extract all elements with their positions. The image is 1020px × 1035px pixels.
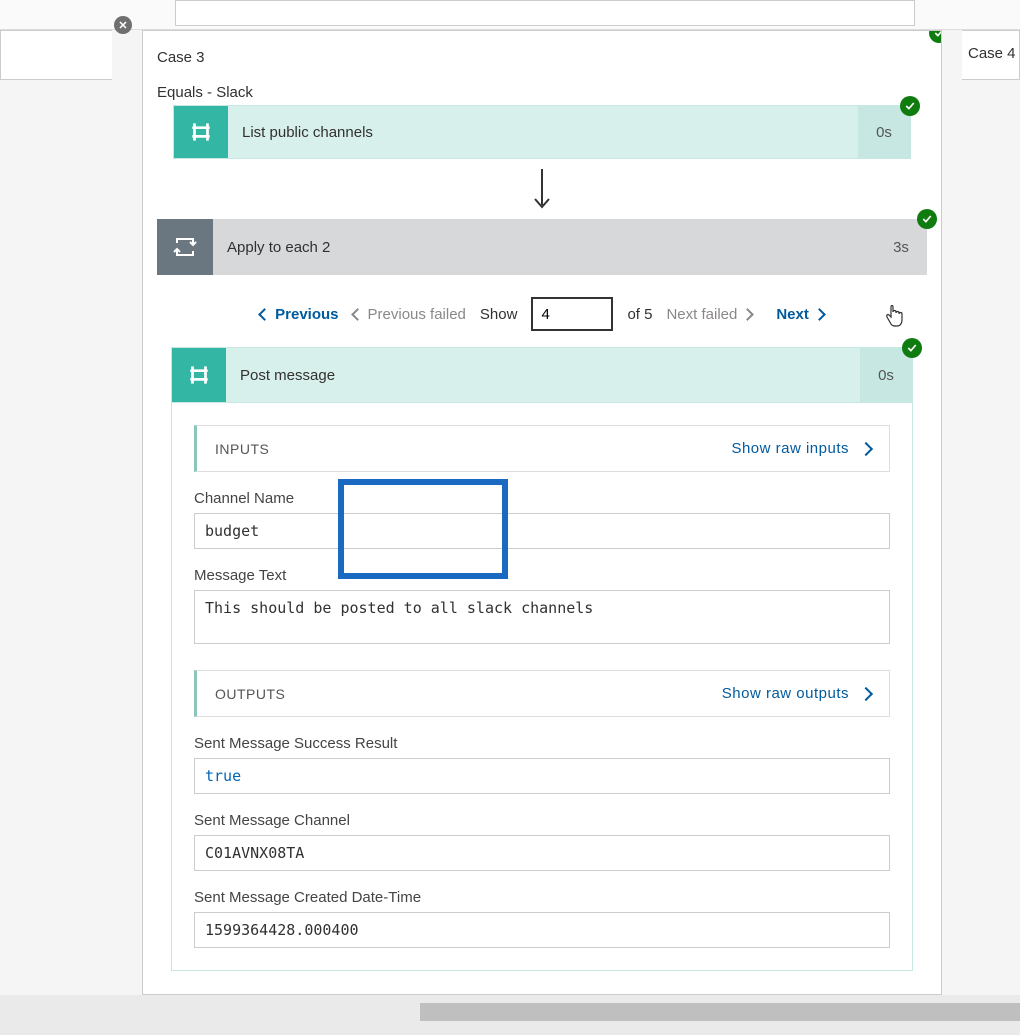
- sent-channel-value: C01AVNX08TA: [194, 835, 890, 871]
- action-list-public-channels[interactable]: List public channels 0s: [173, 105, 911, 159]
- loop-label: Apply to each 2: [213, 219, 875, 275]
- loop-pager: Previous Previous failed Show of 5 Next …: [171, 297, 913, 347]
- show-raw-inputs-label: Show raw inputs: [731, 440, 849, 457]
- show-label: Show: [480, 306, 518, 323]
- chevron-right-icon: [859, 686, 873, 700]
- arrow-down-icon: [157, 159, 927, 219]
- inputs-section: INPUTS Show raw inputs: [194, 425, 890, 472]
- case-tab-right-label: Case 4: [968, 45, 1016, 62]
- sent-channel-field: Sent Message Channel C01AVNX08TA: [194, 812, 890, 871]
- chevron-right-icon: [859, 441, 873, 455]
- of-total-label: of 5: [627, 306, 652, 323]
- case-subtitle: Equals - Slack: [157, 84, 927, 105]
- chevron-left-icon: [351, 308, 364, 321]
- sent-channel-label: Sent Message Channel: [194, 812, 890, 835]
- channel-name-field: Channel Name budget: [194, 490, 890, 549]
- slack-icon: [172, 348, 226, 402]
- action-label: Post message: [226, 348, 860, 402]
- next-button[interactable]: Next: [776, 306, 824, 323]
- previous-failed-button[interactable]: Previous failed: [353, 306, 466, 323]
- post-message-body: INPUTS Show raw inputs Channel Name budg…: [171, 403, 913, 971]
- message-text-value[interactable]: This should be posted to all slack chann…: [194, 590, 890, 644]
- loop-duration: 3s: [875, 219, 927, 275]
- show-raw-outputs-label: Show raw outputs: [722, 685, 849, 702]
- inputs-heading: INPUTS: [215, 441, 269, 457]
- next-failed-label: Next failed: [666, 306, 737, 323]
- show-index-input[interactable]: [531, 297, 613, 331]
- previous-button[interactable]: Previous: [260, 306, 338, 323]
- next-failed-button[interactable]: Next failed: [666, 306, 752, 323]
- check-icon: [929, 30, 942, 43]
- created-time-label: Sent Message Created Date-Time: [194, 889, 890, 912]
- previous-failed-label: Previous failed: [368, 306, 466, 323]
- close-icon[interactable]: ✕: [114, 16, 132, 34]
- top-strip: [0, 0, 1020, 30]
- action-label: List public channels: [228, 106, 858, 158]
- show-raw-outputs-button[interactable]: Show raw outputs: [722, 685, 871, 702]
- chevron-right-icon: [741, 308, 754, 321]
- previous-label: Previous: [275, 306, 338, 323]
- loop-icon: [157, 219, 213, 275]
- show-raw-inputs-button[interactable]: Show raw inputs: [731, 440, 871, 457]
- case-tab-right[interactable]: Case 4: [962, 30, 1020, 80]
- success-result-value: true: [194, 758, 890, 794]
- channel-name-label: Channel Name: [194, 490, 890, 513]
- message-text-field: Message Text This should be posted to al…: [194, 567, 890, 644]
- cursor-icon: [885, 305, 905, 332]
- created-time-field: Sent Message Created Date-Time 159936442…: [194, 889, 890, 948]
- outputs-section: OUTPUTS Show raw outputs: [194, 670, 890, 717]
- case-tab-left[interactable]: [0, 30, 112, 80]
- outputs-heading: OUTPUTS: [215, 686, 285, 702]
- message-text-label: Message Text: [194, 567, 890, 590]
- success-result-label: Sent Message Success Result: [194, 735, 890, 758]
- apply-to-each-block: Apply to each 2 3s Previous Previous fai…: [157, 219, 927, 991]
- top-inner-panel: [175, 0, 915, 26]
- action-duration: 0s: [860, 348, 912, 402]
- channel-name-value[interactable]: budget: [194, 513, 890, 549]
- check-icon: [900, 96, 920, 116]
- success-result-field: Sent Message Success Result true: [194, 735, 890, 794]
- created-time-value: 1599364428.000400: [194, 912, 890, 948]
- check-icon: [917, 209, 937, 229]
- chevron-left-icon: [258, 308, 271, 321]
- next-label: Next: [776, 306, 809, 323]
- slack-icon: [174, 106, 228, 158]
- case-title[interactable]: Case 3: [157, 43, 927, 84]
- bottom-scrollbar[interactable]: [420, 1003, 1020, 1021]
- action-post-message[interactable]: Post message 0s: [171, 347, 913, 403]
- case-card: Case 3 Equals - Slack List public channe…: [142, 30, 942, 995]
- chevron-right-icon: [813, 308, 826, 321]
- action-duration: 0s: [858, 106, 910, 158]
- check-icon: [902, 338, 922, 358]
- apply-to-each-header[interactable]: Apply to each 2 3s: [157, 219, 927, 275]
